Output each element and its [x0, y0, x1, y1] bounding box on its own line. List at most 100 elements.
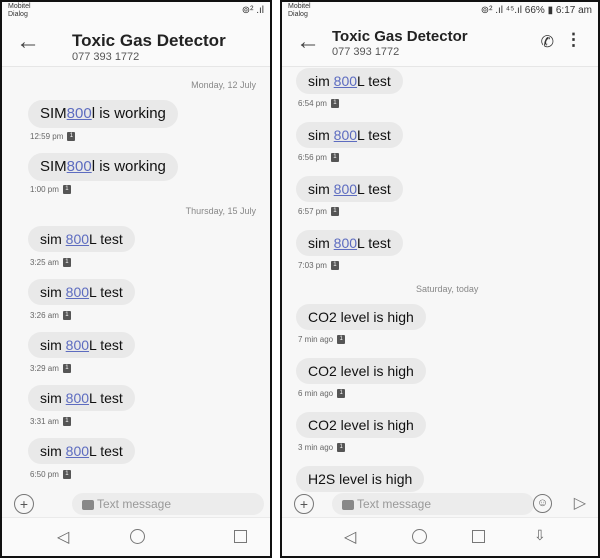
nav-back-icon[interactable]: ◁: [344, 527, 356, 547]
navigation-bar: ◁: [2, 517, 270, 556]
composer: + Text message ☺ ▷: [282, 492, 598, 518]
message-timestamp: 3:31 am 1: [30, 417, 71, 427]
message-text: CO2 level is high: [308, 417, 414, 433]
message-link[interactable]: 800: [66, 284, 89, 300]
message-timestamp: 6:56 pm 1: [298, 153, 339, 163]
timestamp-text: 3 min ago: [298, 443, 334, 452]
message-timestamp: 6:50 pm 1: [30, 470, 71, 480]
message-link[interactable]: 800: [66, 390, 89, 406]
message-text: sim: [308, 181, 334, 197]
message-timestamp: 6:54 pm 1: [298, 99, 339, 109]
message-timestamp: 3:29 am 1: [30, 364, 71, 374]
navigation-bar: ◁ ⇩: [282, 517, 598, 556]
timestamp-text: 3:25 am: [30, 258, 59, 267]
message-link[interactable]: 800: [334, 127, 357, 143]
conversation-header: ← Toxic Gas Detector 077 393 1772 ✆ ⋮: [282, 22, 598, 67]
message-text: l is working: [91, 158, 166, 175]
timestamp-text: 1:00 pm: [30, 185, 59, 194]
message-bubble[interactable]: sim 800L test: [296, 68, 403, 94]
message-timestamp: 7:03 pm 1: [298, 261, 339, 271]
message-bubble[interactable]: sim 800L test: [28, 385, 135, 411]
sim-icon: 1: [62, 417, 71, 427]
sim-icon: 1: [337, 443, 346, 453]
message-link[interactable]: 800: [334, 73, 357, 89]
message-text: CO2 level is high: [308, 363, 414, 379]
message-text: sim: [308, 73, 334, 89]
emoji-icon[interactable]: ☺: [533, 494, 552, 513]
more-vertical-icon[interactable]: ⋮: [565, 30, 582, 50]
message-bubble[interactable]: sim 800L test: [296, 176, 403, 202]
timestamp-text: 6:54 pm: [298, 99, 327, 108]
message-text: CO2 level is high: [308, 309, 414, 325]
sim-icon: 1: [337, 389, 346, 399]
message-text: sim: [40, 231, 66, 247]
left-phone-screen: Mobitel Dialog ⊚² .ıl ← Toxic Gas Detect…: [0, 0, 272, 558]
message-bubble[interactable]: SIM800l is working: [28, 100, 178, 128]
phone-icon[interactable]: ✆: [541, 32, 554, 52]
message-bubble[interactable]: sim 800L test: [28, 226, 135, 252]
message-timestamp: 3:25 am 1: [30, 258, 71, 268]
nav-home-icon[interactable]: [130, 529, 145, 549]
message-text: SIM: [40, 158, 67, 175]
timestamp-text: 7:03 pm: [298, 261, 327, 270]
timestamp-text: 6:50 pm: [30, 470, 59, 479]
date-separator: Saturday, today: [416, 284, 479, 294]
message-timestamp: 1:00 pm 1: [30, 185, 71, 195]
sim-select-icon[interactable]: [342, 499, 354, 510]
back-arrow-icon[interactable]: ←: [296, 28, 320, 56]
timestamp-text: 3:26 am: [30, 311, 59, 320]
plus-circle-icon[interactable]: +: [294, 494, 314, 514]
timestamp-text: 3:29 am: [30, 364, 59, 373]
message-timestamp: 6 min ago 1: [298, 389, 346, 399]
message-text: L test: [89, 284, 123, 300]
nav-recent-icon[interactable]: [234, 530, 247, 548]
plus-circle-icon[interactable]: +: [14, 494, 34, 514]
message-text: L test: [357, 73, 391, 89]
message-input[interactable]: Text message: [72, 493, 264, 515]
message-text: sim: [308, 235, 334, 251]
message-link[interactable]: 800: [66, 443, 89, 459]
message-bubble[interactable]: sim 800L test: [296, 122, 403, 148]
back-arrow-icon[interactable]: ←: [16, 28, 40, 56]
message-bubble[interactable]: SIM800l is working: [28, 153, 178, 181]
nav-home-icon[interactable]: [412, 529, 427, 549]
nav-dropdown-icon[interactable]: ⇩: [534, 527, 546, 544]
sim-icon: 1: [330, 99, 339, 109]
message-link[interactable]: 800: [67, 158, 92, 175]
message-bubble[interactable]: sim 800L test: [28, 332, 135, 358]
message-input[interactable]: Text message: [332, 493, 534, 515]
timestamp-text: 3:31 am: [30, 417, 59, 426]
sim-icon: 1: [62, 258, 71, 268]
message-bubble[interactable]: H2S level is high: [296, 466, 425, 492]
nav-back-icon[interactable]: ◁: [57, 527, 69, 547]
message-text: L test: [357, 181, 391, 197]
message-bubble[interactable]: sim 800L test: [28, 438, 135, 464]
message-timestamp: 6:57 pm 1: [298, 207, 339, 217]
send-icon[interactable]: ▷: [574, 493, 586, 513]
sim-icon: 1: [62, 470, 71, 480]
message-text: sim: [40, 390, 66, 406]
sim-select-icon[interactable]: [82, 499, 94, 510]
message-bubble[interactable]: sim 800L test: [296, 230, 403, 256]
message-text: sim: [40, 443, 66, 459]
timestamp-text: 12:59 pm: [30, 132, 64, 141]
message-bubble[interactable]: CO2 level is high: [296, 358, 426, 384]
timestamp-text: 6 min ago: [298, 389, 334, 398]
message-link[interactable]: 800: [334, 181, 357, 197]
nav-recent-icon[interactable]: [472, 530, 485, 548]
message-link[interactable]: 800: [66, 337, 89, 353]
message-text: sim: [40, 337, 66, 353]
message-bubble[interactable]: CO2 level is high: [296, 412, 426, 438]
date-separator: Thursday, 15 July: [185, 206, 256, 216]
sim-icon: 1: [67, 132, 76, 142]
message-text: L test: [89, 337, 123, 353]
message-text: H2S level is high: [308, 471, 413, 487]
message-link[interactable]: 800: [67, 105, 92, 122]
sim-icon: 1: [330, 261, 339, 271]
message-link[interactable]: 800: [66, 231, 89, 247]
message-bubble[interactable]: CO2 level is high: [296, 304, 426, 330]
sim-icon: 1: [62, 185, 71, 195]
message-link[interactable]: 800: [334, 235, 357, 251]
status-bar: Mobitel Dialog ⊚² .ıl ⁴⁵.ıl 66% ▮ 6:17 a…: [282, 2, 598, 22]
message-bubble[interactable]: sim 800L test: [28, 279, 135, 305]
